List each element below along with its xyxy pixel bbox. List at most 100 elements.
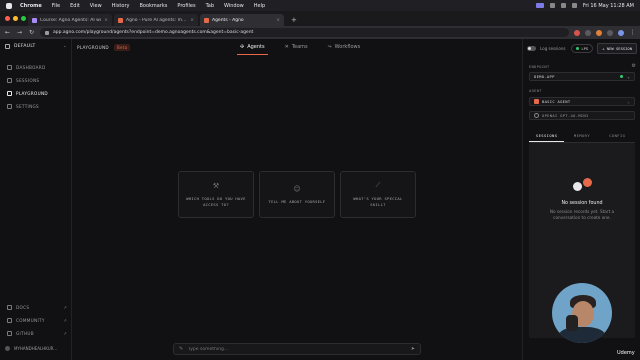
- tab-label: Workflows: [334, 44, 361, 50]
- workspace-selector[interactable]: DEFAULT ⌄: [5, 44, 67, 49]
- sidebar-link-docs[interactable]: DOCS ↗: [5, 303, 67, 312]
- status-pill-label: LPS: [581, 46, 589, 51]
- send-icon[interactable]: ➤: [411, 346, 415, 352]
- search-icon[interactable]: [560, 3, 566, 8]
- tools-icon: ⚒: [212, 181, 220, 190]
- profile-avatar-icon[interactable]: [618, 29, 624, 36]
- browser-tab[interactable]: Course: Agno Agents: AI wi ×: [28, 14, 112, 26]
- section-title: PLAYGROUND: [77, 45, 109, 50]
- chevron-down-icon: ⌄: [627, 74, 630, 79]
- tray-app-icon[interactable]: [535, 3, 544, 8]
- agent-label: AGENT: [529, 89, 542, 93]
- maximize-window-button[interactable]: [21, 16, 26, 21]
- wifi-icon[interactable]: [549, 3, 555, 8]
- tab-agents[interactable]: ✣ Agents: [237, 39, 268, 55]
- agent-select[interactable]: BASIC AGENT ⌄: [529, 97, 635, 106]
- menu-history[interactable]: History: [112, 3, 130, 9]
- tab-config[interactable]: CONFIG: [600, 131, 635, 142]
- model-select[interactable]: OPENAI GPT-4O-MINI: [529, 111, 635, 120]
- teams-icon: ✕: [284, 44, 289, 50]
- suggestion-text: WHICH TOOLS DO YOU HAVE ACCESS TO?: [186, 195, 246, 207]
- endpoint-select[interactable]: DEMO-APP ⌄: [529, 72, 635, 81]
- empty-state-subtitle: No session records yet. Start a conversa…: [549, 209, 615, 220]
- close-window-button[interactable]: [5, 16, 10, 21]
- sidebar-link-community[interactable]: COMMUNITY ↗: [5, 316, 67, 325]
- sidebar-link-github[interactable]: GITHUB ↗: [5, 329, 67, 338]
- user-profile[interactable]: MYHANDHEALHKUR...: [5, 346, 67, 351]
- model-value: OPENAI GPT-4O-MINI: [542, 113, 589, 118]
- menubar-clock[interactable]: Fri 16 May 11:28 AM: [583, 3, 634, 9]
- chrome-menu-icon[interactable]: ⋮: [629, 29, 636, 36]
- external-link-icon: ↗: [63, 331, 67, 336]
- status-dot-icon: [576, 47, 580, 50]
- sidebar-link-label: GITHUB: [16, 331, 34, 336]
- suggestion-card-tools[interactable]: ⚒ WHICH TOOLS DO YOU HAVE ACCESS TO?: [178, 171, 254, 218]
- extension-icon[interactable]: [574, 29, 580, 36]
- control-center-icon[interactable]: [571, 3, 577, 8]
- sidebar-item-playground[interactable]: PLAYGROUND: [5, 89, 67, 98]
- agent-value: BASIC AGENT: [542, 99, 571, 104]
- menu-tab[interactable]: Tab: [206, 3, 214, 9]
- close-tab-icon[interactable]: ×: [104, 18, 108, 23]
- smile-icon: ☺: [293, 184, 301, 193]
- endpoint-status-pill[interactable]: LPS: [571, 44, 594, 53]
- sidebar-item-sessions[interactable]: SESSIONS: [5, 76, 67, 85]
- close-tab-icon[interactable]: ×: [276, 18, 280, 23]
- menu-edit[interactable]: Edit: [70, 3, 80, 9]
- sidebar-item-label: DASHBOARD: [16, 65, 46, 70]
- new-session-button[interactable]: + NEW SESSION: [597, 43, 637, 54]
- browser-tab-strip: Course: Agno Agents: AI wi × Agno - Pure…: [0, 11, 640, 26]
- back-icon[interactable]: ←: [4, 29, 11, 36]
- extension-icon[interactable]: [596, 29, 602, 36]
- right-panel-header: Log sessions LPS + NEW SESSION: [523, 43, 640, 54]
- tab-memory[interactable]: MEMORY: [564, 131, 599, 142]
- new-tab-button[interactable]: +: [291, 16, 297, 24]
- address-bar[interactable]: app.agno.com/playground/agents?endpoint=…: [40, 28, 569, 37]
- attach-icon[interactable]: ✎: [179, 346, 183, 352]
- sidebar-item-settings[interactable]: SETTINGS: [5, 102, 67, 111]
- menu-profiles[interactable]: Profiles: [177, 3, 195, 9]
- forward-icon[interactable]: →: [16, 29, 23, 36]
- settings-icon[interactable]: ⚙: [632, 63, 636, 69]
- menu-app-name[interactable]: Chrome: [20, 3, 42, 9]
- webcam-overlay: [552, 283, 612, 343]
- browser-tab[interactable]: Agno - Pure AI agents: made ×: [114, 14, 198, 26]
- log-sessions-toggle[interactable]: [527, 46, 537, 51]
- user-name: MYHANDHEALHKUR...: [14, 346, 58, 351]
- udemy-watermark: Udemy: [617, 350, 635, 356]
- suggestion-text: TELL ME ABOUT YOURSELF: [268, 198, 326, 204]
- extensions-puzzle-icon[interactable]: [607, 29, 613, 36]
- menu-window[interactable]: Window: [224, 3, 244, 9]
- minimize-window-button[interactable]: [13, 16, 18, 21]
- menu-help[interactable]: Help: [254, 3, 265, 9]
- sidebar-item-dashboard[interactable]: DASHBOARD: [5, 63, 67, 72]
- chevron-down-icon: ⌄: [62, 44, 67, 49]
- suggestion-card-skill[interactable]: ⟋ WHAT'S YOUR SPECIAL SKILL?: [340, 171, 416, 218]
- bookmark-star-icon[interactable]: [585, 29, 591, 36]
- workflows-icon: ⤳: [327, 44, 332, 50]
- url-text: app.agno.com/playground/agents?endpoint=…: [53, 30, 254, 35]
- close-tab-icon[interactable]: ×: [190, 18, 194, 23]
- play-icon: [7, 91, 12, 96]
- chevron-down-icon: ⌄: [627, 99, 630, 104]
- menu-view[interactable]: View: [90, 3, 102, 9]
- menu-file[interactable]: File: [52, 3, 60, 9]
- sparkle-icon: ⟋: [375, 181, 381, 189]
- tab-teams[interactable]: ✕ Teams: [282, 39, 311, 55]
- avatar: [5, 346, 10, 351]
- suggestion-card-about[interactable]: ☺ TELL ME ABOUT YOURSELF: [259, 171, 335, 218]
- tab-sessions[interactable]: SESSIONS: [529, 131, 565, 142]
- apple-icon[interactable]: [6, 2, 12, 9]
- tab-workflows[interactable]: ⤳ Workflows: [325, 39, 364, 55]
- reload-icon[interactable]: ↻: [28, 29, 35, 36]
- browser-tab-active[interactable]: Agents - Agno ×: [200, 14, 284, 26]
- chat-input[interactable]: [188, 346, 411, 352]
- external-link-icon: ↗: [63, 318, 67, 323]
- right-panel-tabs: SESSIONS MEMORY CONFIG: [529, 131, 635, 143]
- suggestion-text: WHAT'S YOUR SPECIAL SKILL?: [353, 196, 403, 207]
- menu-bookmarks[interactable]: Bookmarks: [139, 3, 167, 9]
- browser-toolbar: ← → ↻ app.agno.com/playground/agents?end…: [0, 26, 640, 39]
- site-info-icon[interactable]: [45, 30, 49, 35]
- openai-icon: [534, 113, 539, 118]
- workspace-icon: [5, 44, 10, 49]
